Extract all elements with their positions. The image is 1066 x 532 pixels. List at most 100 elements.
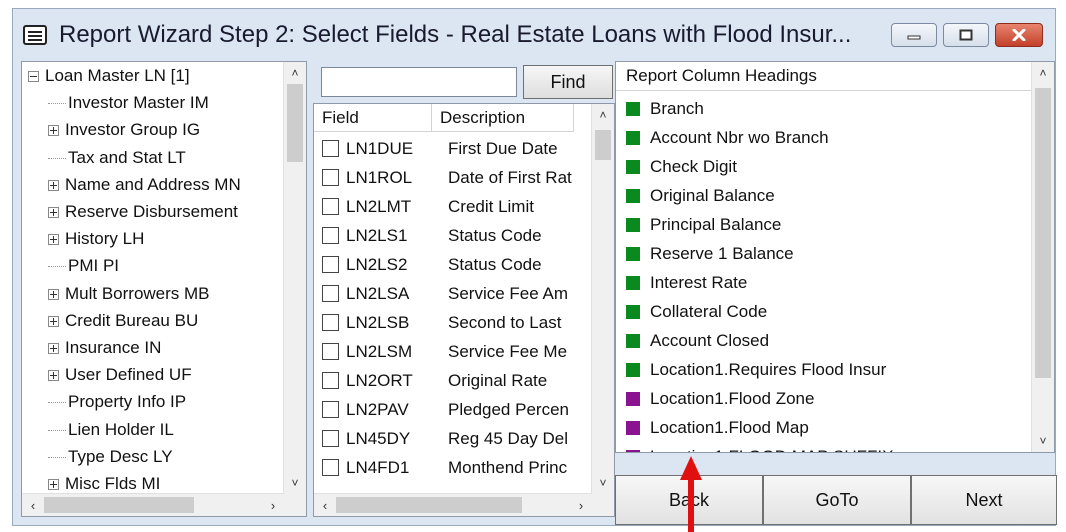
report-column-item[interactable]: Interest Rate [616,268,1026,297]
scroll-right-icon[interactable]: › [570,494,592,516]
tree-item-label: Lien Holder IL [68,419,174,439]
field-row[interactable]: LN1ROL Date of First Rat [314,163,592,192]
report-vertical-scrollbar[interactable]: ˄ ˅ [1031,62,1054,452]
scroll-down-icon[interactable]: ˅ [1032,430,1054,452]
tree-item[interactable]: Tax and Stat LT [48,144,186,171]
report-column-item[interactable]: Account Nbr wo Branch [616,123,1026,152]
field-row[interactable]: LN1DUE First Due Date [314,134,592,163]
field-checkbox[interactable] [322,198,339,215]
expand-plus-icon[interactable] [48,288,59,300]
scroll-left-icon[interactable]: ‹ [22,494,44,516]
field-checkbox[interactable] [322,140,339,157]
scroll-thumb[interactable] [1035,88,1051,378]
report-column-item[interactable]: Location1.Requires Flood Insur [616,355,1026,384]
report-column-item[interactable]: Account Closed [616,326,1026,355]
field-row[interactable]: LN2LMT Credit Limit [314,192,592,221]
tree-item[interactable]: Type Desc LY [48,443,173,470]
field-checkbox[interactable] [322,430,339,447]
scroll-up-icon[interactable]: ˄ [284,62,306,84]
tree-item[interactable]: Mult Borrowers MB [48,280,210,307]
tree-item[interactable]: User Defined UF [48,361,192,388]
report-column-item[interactable]: Check Digit [616,152,1026,181]
tree-item[interactable]: Investor Master IM [48,89,209,116]
tree-connector [48,266,66,268]
tree-item[interactable]: Property Info IP [48,388,186,415]
field-row[interactable]: LN2LSB Second to Last [314,308,592,337]
field-description: Credit Limit [448,197,534,216]
search-input[interactable] [321,67,517,97]
scroll-thumb[interactable] [336,497,522,513]
report-column-item[interactable]: Reserve 1 Balance [616,239,1026,268]
field-row[interactable]: LN2LS1 Status Code [314,221,592,250]
tree-item[interactable]: Loan Master LN [1] [28,62,190,89]
expand-plus-icon[interactable] [48,343,59,355]
field-code: LN2LS1 [346,226,408,245]
expand-plus-icon[interactable] [48,125,59,137]
tree-item[interactable]: Name and Address MN [48,171,241,198]
title-bar[interactable]: Report Wizard Step 2: Select Fields - Re… [13,9,1055,61]
scroll-thumb[interactable] [44,497,194,513]
report-column-item[interactable]: Branch [616,94,1026,123]
field-column-header[interactable]: Field [314,104,432,132]
expand-plus-icon[interactable] [48,370,59,382]
description-column-header[interactable]: Description [432,104,574,132]
field-checkbox[interactable] [322,314,339,331]
next-button[interactable]: Next [911,475,1057,525]
close-button[interactable] [995,23,1043,47]
field-checkbox[interactable] [322,401,339,418]
tree-item[interactable]: Credit Bureau BU [48,307,198,334]
field-checkbox[interactable] [322,285,339,302]
expand-plus-icon[interactable] [48,234,59,246]
tree-item[interactable]: Reserve Disbursement [48,198,238,225]
tree-horizontal-scrollbar[interactable]: ‹ › [22,493,284,516]
window-title: Report Wizard Step 2: Select Fields - Re… [59,21,852,48]
field-checkbox[interactable] [322,459,339,476]
field-row[interactable]: LN2LS2 Status Code [314,250,592,279]
scroll-left-icon[interactable]: ‹ [314,494,336,516]
field-checkbox[interactable] [322,372,339,389]
tree-item[interactable]: PMI PI [48,252,119,279]
collapse-minus-icon[interactable] [28,71,39,83]
scroll-up-icon[interactable]: ˄ [1032,62,1054,84]
report-column-item[interactable]: Collateral Code [616,297,1026,326]
field-checkbox[interactable] [322,343,339,360]
goto-button[interactable]: GoTo [763,475,911,525]
scroll-down-icon[interactable]: ˅ [284,472,306,494]
tree-item[interactable]: History LH [48,225,144,252]
scroll-up-icon[interactable]: ˄ [592,104,614,126]
field-row[interactable]: LN2LSM Service Fee Me [314,337,592,366]
scroll-thumb[interactable] [595,130,611,160]
report-column-item[interactable]: Original Balance [616,181,1026,210]
expand-plus-icon[interactable] [48,179,59,191]
field-checkbox[interactable] [322,169,339,186]
tree-vertical-scrollbar[interactable]: ˄ ˅ [283,62,306,494]
field-row[interactable]: LN2LSA Service Fee Am [314,279,592,308]
report-columns-panel[interactable]: Report Column Headings Branch Account Nbr… [615,61,1055,453]
field-list-panel[interactable]: Field Description LN1DUE First Due Date LN… [313,103,615,517]
field-row[interactable]: LN2PAV Pledged Percen [314,395,592,424]
tree-item-label: User Defined UF [65,365,192,385]
expand-plus-icon[interactable] [48,207,59,219]
field-row[interactable]: LN45DY Reg 45 Day Del [314,424,592,453]
report-column-item[interactable]: Location1.Flood Zone [616,384,1026,413]
report-column-item[interactable]: Location1.Flood Map [616,413,1026,442]
field-checkbox[interactable] [322,256,339,273]
tree-item[interactable]: Insurance IN [48,334,161,361]
field-row[interactable]: LN4FD1 Monthend Princ [314,453,592,482]
tree-item[interactable]: Investor Group IG [48,116,200,143]
field-horizontal-scrollbar[interactable]: ‹ › [314,493,592,516]
field-row[interactable]: LN2ORT Original Rate [314,366,592,395]
scroll-down-icon[interactable]: ˅ [592,472,614,494]
field-checkbox[interactable] [322,227,339,244]
tree-item[interactable]: Lien Holder IL [48,416,174,443]
maximize-button[interactable] [943,23,989,47]
expand-plus-icon[interactable] [48,479,59,491]
report-column-item[interactable]: Principal Balance [616,210,1026,239]
table-tree-panel[interactable]: Loan Master LN [1] Investor Master IM Inve… [21,61,307,517]
expand-plus-icon[interactable] [48,315,59,327]
find-button[interactable]: Find [523,65,613,99]
scroll-thumb[interactable] [287,84,303,162]
field-vertical-scrollbar[interactable]: ˄ ˅ [591,104,614,494]
scroll-right-icon[interactable]: › [262,494,284,516]
minimize-button[interactable] [891,23,937,47]
